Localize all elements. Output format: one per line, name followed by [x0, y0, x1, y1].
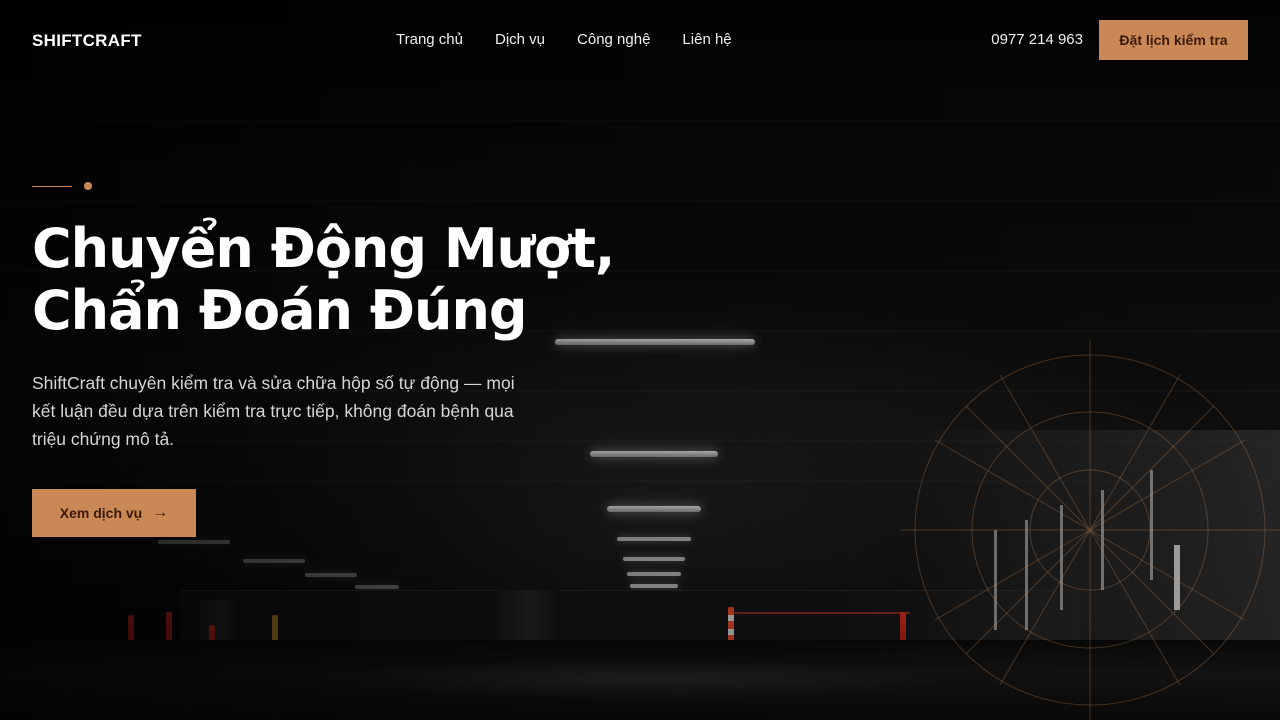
hero-title: Chuyển Động Mượt, Chẩn Đoán Đúng	[32, 218, 672, 342]
hero-title-line-2: Chẩn Đoán Đúng	[32, 279, 528, 342]
nav-link-home[interactable]: Trang chủ	[396, 31, 463, 48]
book-inspection-button[interactable]: Đặt lịch kiểm tra	[1099, 20, 1248, 60]
nav-link-technology[interactable]: Công nghệ	[577, 31, 650, 48]
arrow-right-icon: →	[152, 504, 169, 521]
nav-link-contact[interactable]: Liên hệ	[682, 31, 731, 48]
hero-accent-divider	[32, 182, 92, 190]
hero-description: ShiftCraft chuyên kiểm tra và sửa chữa h…	[32, 373, 515, 449]
main-nav: Trang chủ Dịch vụ Công nghệ Liên hệ	[396, 31, 732, 48]
site-logo[interactable]: SHIFTCRAFT	[32, 31, 142, 51]
phone-number[interactable]: 0977 214 963	[991, 31, 1083, 48]
gear-diagram-decoration	[900, 340, 1280, 720]
nav-link-services[interactable]: Dịch vụ	[495, 31, 545, 48]
accent-line	[32, 185, 72, 187]
view-services-button[interactable]: Xem dịch vụ →	[32, 489, 196, 537]
site-header: SHIFTCRAFT Trang chủ Dịch vụ Công nghệ L…	[0, 0, 1280, 80]
view-services-label: Xem dịch vụ	[59, 505, 143, 521]
hero-title-line-1: Chuyển Động Mượt,	[32, 217, 615, 280]
accent-dot	[84, 182, 92, 190]
